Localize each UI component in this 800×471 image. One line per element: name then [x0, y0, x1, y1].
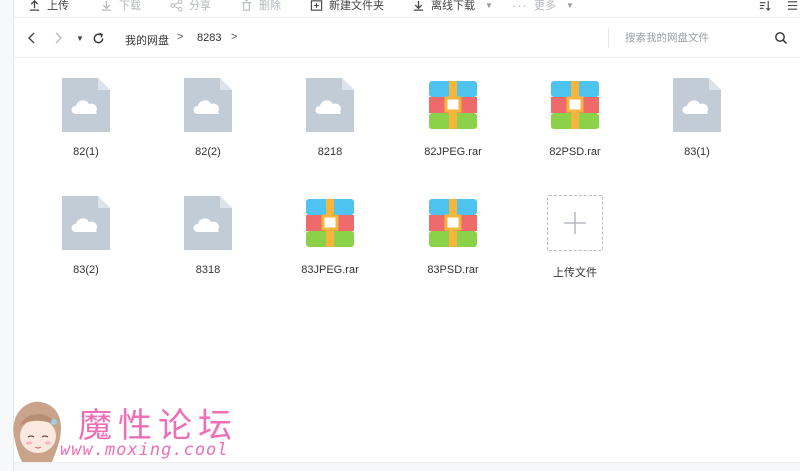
file-name: 82(1)	[73, 146, 99, 158]
search-icon[interactable]	[774, 31, 788, 45]
new-folder-label: 新建文件夹	[329, 0, 384, 12]
share-icon	[170, 0, 183, 12]
upload-dropzone[interactable]	[547, 195, 603, 251]
download-button[interactable]: 下载	[100, 0, 141, 15]
file-item[interactable]: 82PSD.rar	[525, 58, 625, 168]
refresh-icon	[93, 32, 103, 43]
file-name: 83(2)	[73, 264, 99, 276]
file-item[interactable]: 83JPEG.rar	[280, 176, 380, 286]
upload-file-label: 上传文件	[553, 267, 597, 279]
file-item[interactable]: 82JPEG.rar	[403, 58, 503, 168]
file-icon	[180, 76, 236, 134]
file-icon	[180, 194, 236, 252]
status-bar	[14, 462, 800, 471]
history-dropdown-button[interactable]: ▼	[72, 30, 88, 46]
new-folder-button[interactable]: 新建文件夹	[310, 0, 384, 15]
more-button[interactable]: ··· 更多 ▼	[512, 0, 574, 15]
file-name: 8218	[317, 146, 343, 158]
watermark-url: www.moxing.cool	[60, 440, 229, 460]
file-name: 83(1)	[684, 146, 710, 158]
upload-icon	[29, 0, 40, 11]
share-button[interactable]: 分享	[170, 0, 211, 15]
file-name: 83PSD.rar	[427, 264, 479, 276]
toolbar: 上传 下载 分享 删除 新建文件夹 离线下载 ▼ ··· 更多 ▼	[14, 0, 800, 18]
download-icon	[101, 0, 112, 11]
search-input[interactable]	[608, 28, 778, 48]
offline-download-label: 离线下载	[431, 0, 475, 12]
view-toggle-button[interactable]	[786, 0, 799, 15]
file-item[interactable]: 83PSD.rar	[403, 176, 503, 286]
list-view-icon	[787, 0, 798, 10]
trash-icon	[241, 0, 252, 11]
download-label: 下载	[119, 0, 141, 12]
breadcrumb-separator: >	[231, 31, 238, 43]
offline-download-button[interactable]: 离线下载 ▼	[412, 0, 493, 15]
caret-down-icon: ▼	[76, 33, 84, 43]
share-label: 分享	[189, 0, 211, 12]
file-name: 8318	[195, 264, 221, 276]
breadcrumb-separator: >	[177, 31, 184, 43]
file-name: 82PSD.rar	[549, 146, 601, 158]
more-dots-icon: ···	[512, 0, 528, 13]
more-label: 更多	[534, 0, 556, 12]
file-item[interactable]: 8318	[158, 176, 258, 286]
file-icon	[669, 76, 725, 134]
archive-icon	[425, 76, 481, 134]
sort-icon	[759, 0, 771, 11]
archive-icon	[302, 194, 358, 252]
file-icon	[58, 194, 114, 252]
archive-icon	[425, 194, 481, 252]
offline-download-icon	[413, 0, 424, 11]
file-name: 82JPEG.rar	[424, 146, 482, 158]
upload-file-tile[interactable]: 上传文件	[525, 176, 625, 286]
breadcrumb-root[interactable]: 我的网盘	[125, 32, 169, 48]
forward-button[interactable]	[50, 30, 66, 46]
file-item[interactable]: 82(1)	[36, 58, 136, 168]
file-icon	[58, 76, 114, 134]
refresh-button[interactable]	[90, 30, 106, 46]
watermark: 魔性论坛 www.moxing.cool	[8, 392, 258, 471]
file-name: 83JPEG.rar	[301, 264, 359, 276]
chevron-right-icon	[55, 32, 62, 44]
upload-label: 上传	[47, 0, 69, 12]
file-item[interactable]: 8218	[280, 58, 380, 168]
plus-icon	[564, 212, 586, 234]
chevron-down-icon: ▼	[485, 0, 493, 10]
delete-label: 删除	[259, 0, 281, 12]
file-icon	[302, 76, 358, 134]
new-folder-icon	[310, 0, 323, 11]
chevron-left-icon	[28, 32, 35, 44]
breadcrumb-current[interactable]: 8283	[197, 32, 221, 44]
navigation-bar: ▼ 我的网盘 > 8283 >	[14, 18, 800, 58]
file-name: 82(2)	[195, 146, 221, 158]
file-item[interactable]: 83(1)	[647, 58, 747, 168]
sort-button[interactable]	[758, 0, 771, 15]
archive-icon	[547, 76, 603, 134]
anime-girl-mascot-icon	[13, 401, 62, 462]
file-item[interactable]: 83(2)	[36, 176, 136, 286]
delete-button[interactable]: 删除	[240, 0, 281, 15]
file-item[interactable]: 82(2)	[158, 58, 258, 168]
upload-button[interactable]: 上传	[28, 0, 69, 15]
back-button[interactable]	[24, 30, 40, 46]
chevron-down-icon: ▼	[566, 0, 574, 10]
